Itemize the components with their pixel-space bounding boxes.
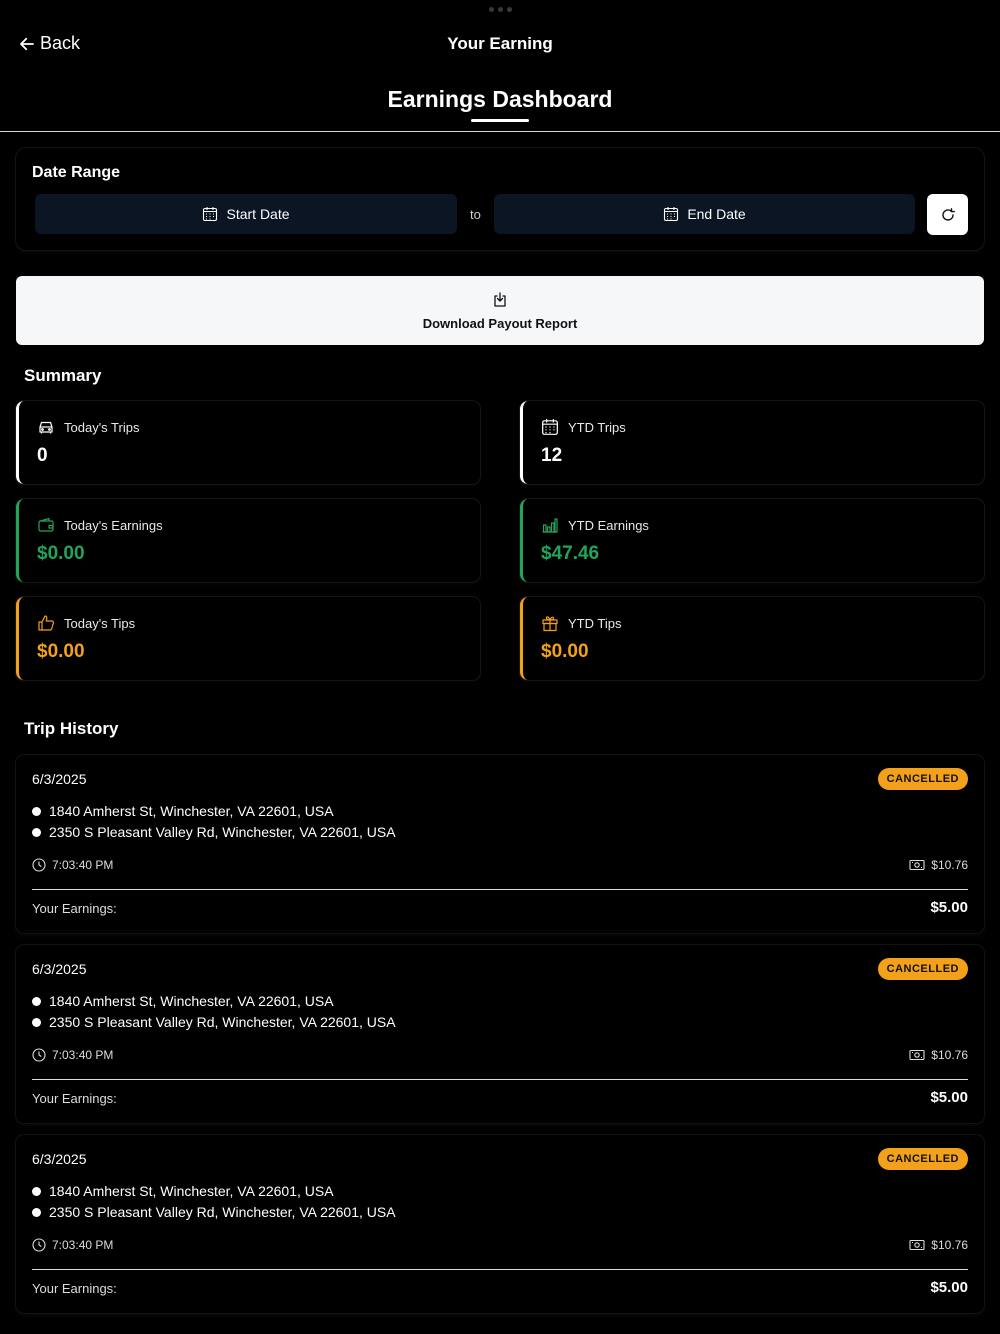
status-badge: CANCELLED xyxy=(877,958,968,980)
stat-value: 12 xyxy=(541,445,563,466)
tab-bar: Earnings Dashboard xyxy=(0,84,1000,132)
stat-label: Today's Earnings xyxy=(64,517,163,533)
earnings-value: $5.00 xyxy=(930,1089,968,1106)
dropoff-address: 2350 S Pleasant Valley Rd, Winchester, V… xyxy=(32,824,396,840)
dropoff-dot-icon xyxy=(32,1207,41,1217)
pickup-address-text: 1840 Amherst St, Winchester, VA 22601, U… xyxy=(49,993,334,1009)
download-payout-report-button[interactable]: Download Payout Report xyxy=(16,276,984,345)
dropoff-dot-icon xyxy=(32,1017,41,1027)
status-badge: CANCELLED xyxy=(877,768,968,790)
calendar-icon xyxy=(203,207,218,222)
pickup-address: 1840 Amherst St, Winchester, VA 22601, U… xyxy=(32,993,334,1009)
summary-title: Summary xyxy=(24,366,102,385)
refresh-button[interactable] xyxy=(927,194,968,235)
stat-card-ytd-trips: YTD Trips 12 xyxy=(520,401,984,484)
bar-chart-icon xyxy=(542,518,558,533)
pickup-address-text: 1840 Amherst St, Winchester, VA 22601, U… xyxy=(49,1183,334,1199)
stat-value: $0.00 xyxy=(37,543,85,564)
stat-label: YTD Earnings xyxy=(568,517,649,533)
stat-label: Today's Tips xyxy=(64,615,136,631)
stat-card-ytd-earnings: YTD Earnings $47.46 xyxy=(520,499,984,582)
pickup-address: 1840 Amherst St, Winchester, VA 22601, U… xyxy=(32,803,334,819)
pickup-dot-icon xyxy=(32,1186,41,1196)
refresh-icon xyxy=(941,207,955,221)
trip-history-title: Trip History xyxy=(24,719,119,738)
dropoff-address-text: 2350 S Pleasant Valley Rd, Winchester, V… xyxy=(49,1204,396,1220)
stat-card-todays-trips: Today's Trips 0 xyxy=(16,401,480,484)
trip-time: 7:03:40 PM xyxy=(32,858,113,872)
trip-fare: $10.76 xyxy=(909,1238,968,1252)
wallet-icon xyxy=(38,517,54,532)
stat-card-todays-tips: Today's Tips $0.00 xyxy=(16,597,480,680)
date-range-separator: to xyxy=(470,207,481,222)
earnings-value: $5.00 xyxy=(930,899,968,916)
tab-earnings-dashboard[interactable]: Earnings Dashboard xyxy=(0,86,1000,113)
stat-value: $0.00 xyxy=(37,641,85,662)
cash-icon xyxy=(909,859,925,871)
calendar-icon xyxy=(664,207,679,222)
trip-card[interactable]: 6/3/2025 CANCELLED 1840 Amherst St, Winc… xyxy=(16,755,984,933)
trip-time-text: 7:03:40 PM xyxy=(52,858,114,872)
divider xyxy=(32,889,968,890)
stat-label: Today's Trips xyxy=(64,419,140,435)
cash-icon xyxy=(909,1239,925,1251)
trip-fare-text: $10.76 xyxy=(931,1048,968,1062)
tab-active-indicator xyxy=(471,119,529,122)
thumbs-up-icon xyxy=(38,615,54,631)
stat-value: $0.00 xyxy=(541,641,589,662)
gift-icon xyxy=(542,616,558,632)
divider xyxy=(32,1269,968,1270)
trip-card[interactable]: 6/3/2025 CANCELLED 1840 Amherst St, Winc… xyxy=(16,945,984,1123)
cash-icon xyxy=(909,1049,925,1061)
status-badge: CANCELLED xyxy=(877,1148,968,1170)
trip-time: 7:03:40 PM xyxy=(32,1048,113,1062)
clock-icon xyxy=(32,1048,46,1062)
stat-label: YTD Trips xyxy=(568,419,626,435)
trip-fare-text: $10.76 xyxy=(931,858,968,872)
trip-date: 6/3/2025 xyxy=(32,771,87,787)
trip-time: 7:03:40 PM xyxy=(32,1238,113,1252)
earnings-value: $5.00 xyxy=(930,1279,968,1296)
trip-card[interactable]: 6/3/2025 CANCELLED 1840 Amherst St, Winc… xyxy=(16,1135,984,1313)
trip-time-text: 7:03:40 PM xyxy=(52,1048,114,1062)
clock-icon xyxy=(32,858,46,872)
dropoff-address-text: 2350 S Pleasant Valley Rd, Winchester, V… xyxy=(49,1014,396,1030)
divider xyxy=(32,1079,968,1080)
stat-card-todays-earnings: Today's Earnings $0.00 xyxy=(16,499,480,582)
nav-title: Your Earning xyxy=(447,34,553,53)
trip-date: 6/3/2025 xyxy=(32,1151,87,1167)
clock-icon xyxy=(32,1238,46,1252)
trip-date: 6/3/2025 xyxy=(32,961,87,977)
stat-card-ytd-tips: YTD Tips $0.00 xyxy=(520,597,984,680)
dropoff-address: 2350 S Pleasant Valley Rd, Winchester, V… xyxy=(32,1204,396,1220)
car-icon xyxy=(39,421,53,434)
trip-fare: $10.76 xyxy=(909,858,968,872)
stat-label: YTD Tips xyxy=(568,615,622,631)
pickup-address-text: 1840 Amherst St, Winchester, VA 22601, U… xyxy=(49,803,334,819)
stat-value: $47.46 xyxy=(541,543,600,564)
pickup-address: 1840 Amherst St, Winchester, VA 22601, U… xyxy=(32,1183,334,1199)
dropoff-address: 2350 S Pleasant Valley Rd, Winchester, V… xyxy=(32,1014,396,1030)
earnings-label: Your Earnings: xyxy=(32,1281,117,1296)
trip-time-text: 7:03:40 PM xyxy=(52,1238,114,1252)
end-date-button[interactable]: End Date xyxy=(494,194,915,234)
earnings-label: Your Earnings: xyxy=(32,1091,117,1106)
trip-fare-text: $10.76 xyxy=(931,1238,968,1252)
date-range-label: Date Range xyxy=(32,164,121,181)
date-range-card: Date Range Start Date to End Date xyxy=(16,148,984,250)
pickup-dot-icon xyxy=(32,806,41,816)
nav-bar: Back Your Earning xyxy=(0,0,1000,88)
dropoff-address-text: 2350 S Pleasant Valley Rd, Winchester, V… xyxy=(49,824,396,840)
start-date-label: Start Date xyxy=(226,206,290,222)
stat-value: 0 xyxy=(37,445,48,466)
calendar-icon xyxy=(542,419,558,435)
download-icon xyxy=(494,292,506,307)
pickup-dot-icon xyxy=(32,996,41,1006)
trip-fare: $10.76 xyxy=(909,1048,968,1062)
end-date-label: End Date xyxy=(687,206,746,222)
earnings-label: Your Earnings: xyxy=(32,901,117,916)
start-date-button[interactable]: Start Date xyxy=(35,194,457,234)
download-label: Download Payout Report xyxy=(422,316,578,331)
dropoff-dot-icon xyxy=(32,827,41,837)
